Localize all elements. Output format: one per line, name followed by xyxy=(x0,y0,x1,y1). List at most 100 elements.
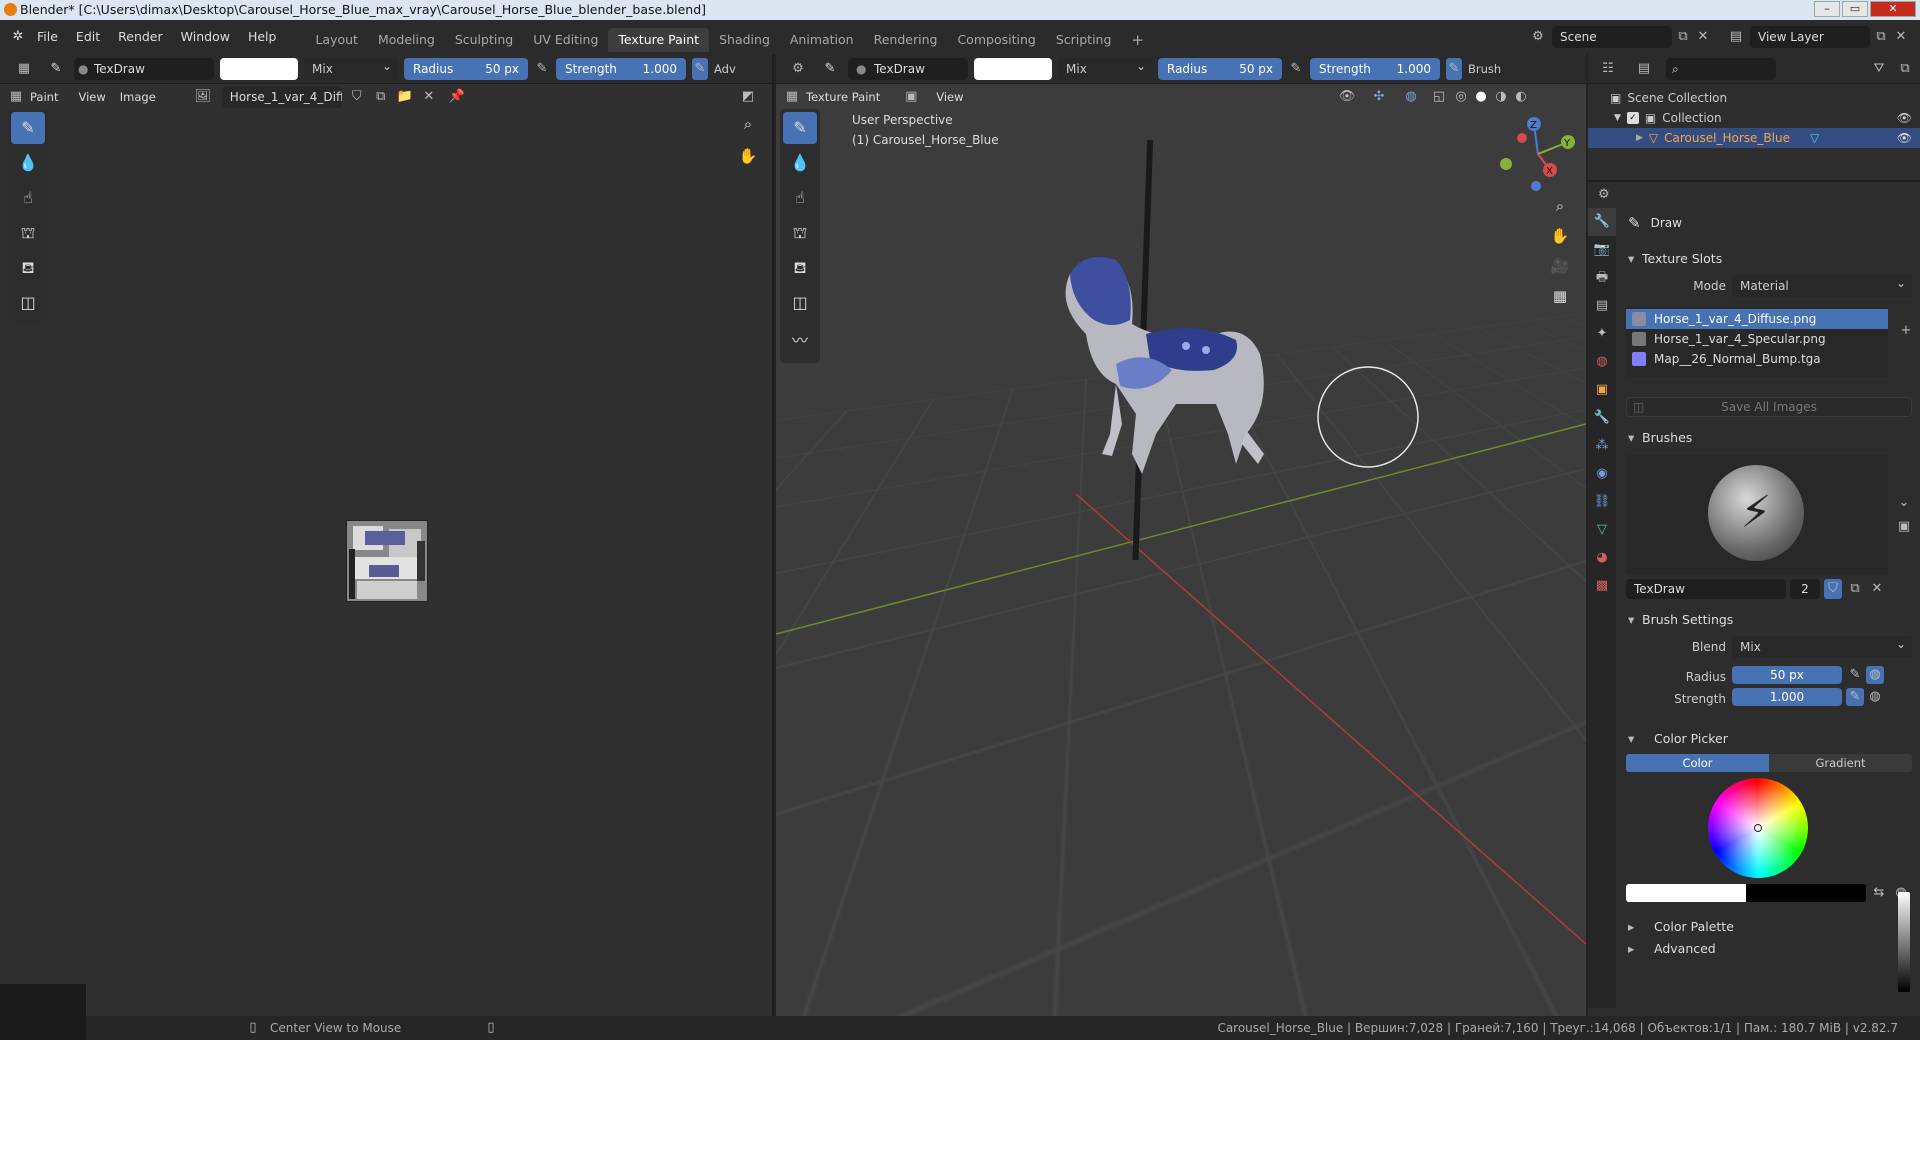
texture-slot-specular[interactable]: Horse_1_var_4_Specular.png xyxy=(1626,329,1888,349)
brush-settings-strength-slider[interactable]: 1.000 xyxy=(1732,688,1842,706)
minimize-button[interactable]: – xyxy=(1814,1,1840,17)
draw-tool-icon[interactable]: ✎ xyxy=(11,112,45,144)
radius-unified-icon[interactable]: ◍ xyxy=(1866,666,1884,684)
physics-tab-icon[interactable]: ◉ xyxy=(1588,460,1616,488)
overlay-toggle-icon[interactable]: ◍ xyxy=(1396,86,1426,108)
viewport-menu-view[interactable]: View xyxy=(936,90,963,104)
delete-view-layer-icon[interactable]: ✕ xyxy=(1892,26,1910,48)
blend-dropdown[interactable]: Mix xyxy=(304,57,398,80)
expand-collection-icon[interactable]: ▼ xyxy=(1614,113,1621,123)
visibility-icon[interactable]: 👁 xyxy=(1332,86,1362,108)
brush-settings-panel-header[interactable]: Brush Settings xyxy=(1620,607,1916,633)
zoom-icon[interactable]: ⌕ xyxy=(734,110,762,138)
soften-tool-icon[interactable]: 💧 xyxy=(11,147,45,179)
viewport-smear-tool-icon[interactable]: ☝ xyxy=(783,182,817,214)
add-texture-slot-icon[interactable]: + xyxy=(1896,320,1916,342)
outliner-editor-type-icon[interactable]: ☷ xyxy=(1594,58,1622,80)
constraints-tab-icon[interactable]: ⛓ xyxy=(1588,488,1616,516)
close-window-button[interactable]: ✕ xyxy=(1870,1,1916,17)
scene-tab-icon[interactable]: ✦ xyxy=(1588,320,1616,348)
mode-dropdown[interactable]: Paint xyxy=(30,90,58,104)
fake-user-shield-icon[interactable]: ⛉ xyxy=(1824,579,1842,599)
menu-edit[interactable]: Edit xyxy=(67,20,109,54)
brush-color-swatch[interactable] xyxy=(220,57,298,80)
viewport-draw-tool-icon[interactable]: ✎ xyxy=(783,112,817,144)
add-workspace-icon[interactable]: + xyxy=(1121,28,1154,52)
viewport-clone-tool-icon[interactable]: ⛫ xyxy=(783,217,817,249)
properties-editor-type-icon[interactable]: ⚙ xyxy=(1598,184,1610,206)
primary-color-swatch[interactable] xyxy=(1626,884,1746,902)
viewport-editor-type-icon[interactable]: ⚙ xyxy=(784,58,812,80)
brush-settings-blend-dropdown[interactable]: Mix xyxy=(1732,636,1912,658)
tab-shading[interactable]: Shading xyxy=(709,28,780,52)
image-browse-icon[interactable]: 🖼 xyxy=(190,86,216,108)
brush-name-field[interactable]: ● TexDraw xyxy=(74,57,214,80)
rendered-shading-icon[interactable]: ◐ xyxy=(1512,86,1530,108)
output-tab-icon[interactable]: 🖶 xyxy=(1588,264,1616,292)
color-picker-panel-header[interactable]: Color Picker xyxy=(1620,726,1916,752)
menu-image[interactable]: Image xyxy=(120,90,156,104)
outliner-search-field[interactable]: ⌕ xyxy=(1666,57,1776,80)
tab-animation[interactable]: Animation xyxy=(780,28,864,52)
advanced-dropdown[interactable]: Adv xyxy=(714,62,736,76)
view-layer-field[interactable]: View Layer xyxy=(1750,26,1870,48)
display-mode-icon[interactable]: ▤ xyxy=(1630,58,1658,80)
strength-slider[interactable]: Strength 1.000 xyxy=(556,57,686,80)
tab-sculpting[interactable]: Sculpting xyxy=(445,28,523,52)
maximize-button[interactable]: ▭ xyxy=(1842,1,1868,17)
viewport-mask-tool-icon[interactable]: ◫ xyxy=(783,287,817,319)
viewport-soften-tool-icon[interactable]: 💧 xyxy=(783,147,817,179)
swap-colors-icon[interactable]: ⇆ xyxy=(1870,884,1888,902)
object-tab-icon[interactable]: ▣ xyxy=(1588,376,1616,404)
image-name-field[interactable]: Horse_1_var_4_Diff... xyxy=(221,86,342,108)
tab-uv-editing[interactable]: UV Editing xyxy=(523,28,608,52)
outliner-object-row[interactable]: ▶ ▽ Carousel_Horse_Blue ▽ 👁 xyxy=(1588,128,1920,148)
brush-preview-box[interactable]: ⚡ xyxy=(1626,455,1888,575)
radius-pressure-icon[interactable]: ✎ xyxy=(534,58,550,80)
modifier-tab-icon[interactable]: 🔧 xyxy=(1588,404,1616,432)
viewport-zoom-icon[interactable]: ⌕ xyxy=(1546,192,1574,220)
texture-tab-icon[interactable]: ▩ xyxy=(1588,572,1616,600)
pan-hand-icon[interactable]: ✋ xyxy=(734,142,762,170)
tab-rendering[interactable]: Rendering xyxy=(864,28,948,52)
collection-checkbox[interactable]: ✓ xyxy=(1626,112,1639,124)
viewport-brush-name-field[interactable]: ● TexDraw xyxy=(848,57,968,80)
viewport-radius-slider[interactable]: Radius 50 px xyxy=(1158,57,1282,80)
render-tab-icon[interactable]: 📷 xyxy=(1588,236,1616,264)
viewport-radius-pressure-icon[interactable]: ✎ xyxy=(1288,58,1304,80)
ortho-toggle-icon[interactable]: ▦ xyxy=(1546,282,1574,310)
collection-visibility-icon[interactable]: 👁 xyxy=(1897,111,1912,125)
outliner-scene-collection[interactable]: ▣ Scene Collection xyxy=(1588,88,1920,108)
wireframe-shading-icon[interactable]: ◎ xyxy=(1452,86,1470,108)
annotate-tool-icon[interactable]: 〰 xyxy=(783,325,817,357)
color-tab[interactable]: Color xyxy=(1626,754,1769,772)
smear-tool-icon[interactable]: ☝ xyxy=(11,182,45,214)
fill-tool-icon[interactable]: ⛾ xyxy=(11,252,45,284)
viewport-blend-dropdown[interactable]: Mix xyxy=(1058,57,1152,80)
secondary-color-swatch[interactable] xyxy=(1746,884,1866,902)
save-all-images-button[interactable]: ◫ Save All Images xyxy=(1626,397,1912,417)
blender-menu-icon[interactable]: ✲ xyxy=(8,26,28,48)
tab-texture-paint[interactable]: Texture Paint xyxy=(608,27,710,52)
viewport-pan-icon[interactable]: ✋ xyxy=(1546,222,1574,250)
brush-image-icon[interactable]: ▣ xyxy=(1894,516,1914,538)
gizmo-toggle-icon[interactable]: ✣ xyxy=(1364,86,1394,108)
viewport-strength-slider[interactable]: Strength 1.000 xyxy=(1310,57,1440,80)
fake-user-icon[interactable]: ⛉ xyxy=(348,86,366,108)
menu-file[interactable]: File xyxy=(28,20,67,54)
delete-scene-icon[interactable]: ✕ xyxy=(1694,26,1712,48)
radius-slider[interactable]: Radius 50 px xyxy=(404,57,528,80)
brush-users-count[interactable]: 2 xyxy=(1790,579,1820,599)
new-image-icon[interactable]: ⧉ xyxy=(372,86,390,108)
pin-icon[interactable]: 📌 xyxy=(444,86,470,108)
view-layer-selector[interactable]: ▤ View Layer ⧉ ✕ xyxy=(1722,26,1910,48)
viewport-brush-color-swatch[interactable] xyxy=(974,57,1052,80)
open-image-icon[interactable]: 📁 xyxy=(396,86,414,108)
strength-pen-pressure-icon[interactable]: ✎ xyxy=(1846,688,1864,706)
tab-scripting[interactable]: Scripting xyxy=(1046,28,1122,52)
navigation-gizmo[interactable]: Z Y X xyxy=(1498,114,1578,194)
texture-slots-panel-header[interactable]: Texture Slots xyxy=(1620,246,1916,272)
texture-mode-dropdown[interactable]: Material xyxy=(1732,275,1912,297)
filter-icon[interactable]: ⛛ xyxy=(1866,58,1892,80)
outliner-collection[interactable]: ▼ ✓ ▣ Collection 👁 xyxy=(1588,108,1920,128)
